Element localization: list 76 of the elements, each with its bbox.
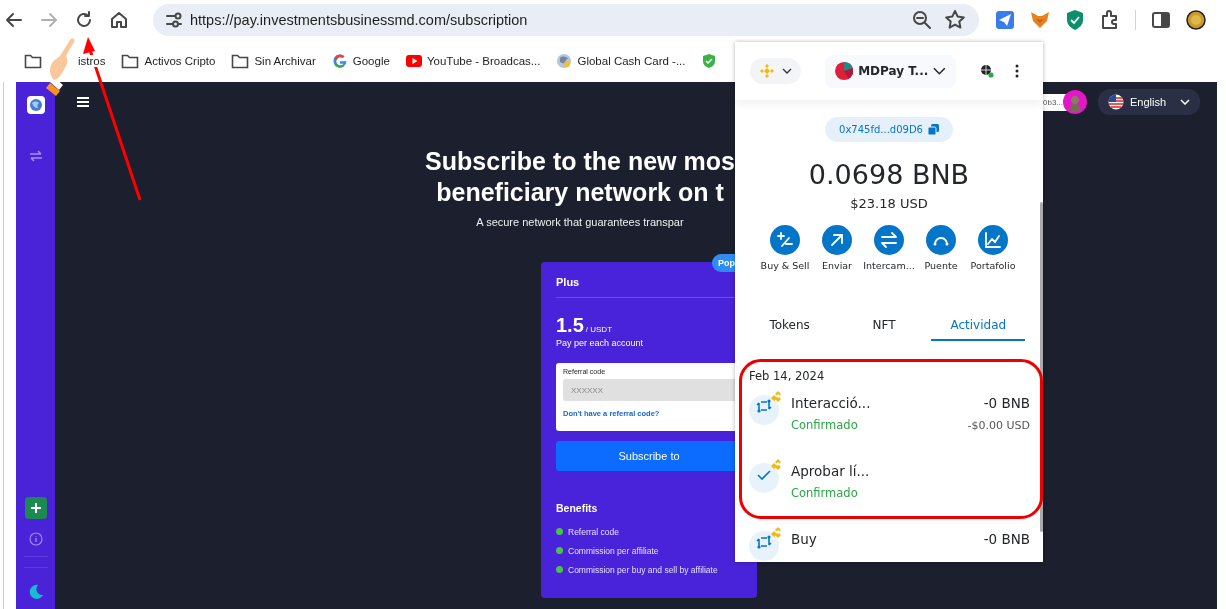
zoom-out-icon[interactable]: [910, 8, 934, 32]
date-heading: Feb 14, 2024: [749, 369, 826, 383]
benefits-title: Benefits: [556, 502, 599, 514]
benefit-text: Commission per buy and sell by affiliate: [568, 564, 718, 575]
url-text: https://pay.investmentsbusinessmd.com/subscription: [190, 12, 528, 28]
fiat-balance: $23.18 USD: [850, 196, 928, 211]
plus-minus-icon[interactable]: [770, 225, 800, 255]
swap-icon[interactable]: [874, 225, 904, 255]
price-unit: / USDT: [585, 325, 613, 334]
swap-icon[interactable]: [28, 150, 43, 162]
action-label: Enviar: [822, 260, 852, 271]
chart-icon[interactable]: [978, 225, 1008, 255]
action-label: Intercam...: [863, 260, 915, 271]
account-avatar-icon: [835, 61, 854, 81]
tab[interactable]: Actividad: [931, 312, 1026, 341]
address-copy-button[interactable]: 0x745fd...d09D6: [825, 117, 953, 142]
address-bar[interactable]: https://pay.investmentsbusinessmd.com/subscription: [153, 4, 979, 36]
play-icon: [405, 53, 422, 69]
action-label: Portafolio: [970, 260, 1016, 271]
shield-icon: [701, 53, 718, 69]
plus-icon[interactable]: [24, 497, 47, 519]
transaction-status: Confirmado: [791, 486, 859, 500]
flag-icon: [1108, 94, 1124, 110]
plan-name: Plus: [556, 276, 581, 288]
transaction-title: Interacció...: [791, 395, 872, 411]
benefit-text: Commission per affiliate: [568, 545, 659, 556]
chevron-down-icon: [1180, 99, 1190, 105]
arrow-up-right-icon[interactable]: [822, 225, 852, 255]
hand-pointer-drawing: [46, 38, 75, 96]
transaction-fiat: -$0.00 USD: [967, 419, 1030, 432]
transaction-title: Aprobar lí...: [791, 463, 871, 479]
bookmark[interactable]: Activos Cripto: [144, 55, 216, 67]
menu-icon[interactable]: [76, 96, 90, 108]
copy-icon: [927, 124, 939, 135]
benefit-text: Referral code: [568, 526, 620, 537]
scrollbar[interactable]: [1040, 202, 1043, 532]
google-icon: [331, 53, 348, 69]
language-selector[interactable]: English: [1098, 89, 1200, 115]
headline: beneficiary network on t: [435, 177, 725, 208]
bookmark[interactable]: Google: [352, 55, 390, 67]
bookmark[interactable]: Global Cash Card -...: [577, 55, 686, 67]
bullet-icon: [556, 528, 563, 535]
connected-globe-icon[interactable]: [980, 64, 994, 78]
price-note: Pay per each account: [556, 338, 645, 348]
globe-icon: [556, 53, 573, 69]
bullet-icon: [556, 566, 563, 573]
transaction-status: Confirmado: [791, 418, 859, 432]
folder-icon: [231, 53, 250, 69]
tab[interactable]: NFT: [836, 312, 932, 341]
account-selector[interactable]: MDPay T...: [825, 54, 956, 88]
more-icon[interactable]: [1015, 64, 1019, 78]
diamond-logo-icon: [759, 64, 774, 78]
info-icon[interactable]: [28, 532, 43, 546]
moon-icon[interactable]: [27, 583, 44, 599]
tab[interactable]: Tokens: [742, 312, 837, 341]
price: 1.5: [556, 314, 584, 336]
bullet-icon: [556, 547, 563, 554]
avatar-icon: [1063, 90, 1087, 114]
bookmark[interactable]: Sin Archivar: [254, 55, 316, 67]
transaction-amount: -0 BNB: [982, 395, 1030, 411]
transaction-amount: -0 BNB: [983, 531, 1030, 547]
folder-icon: [24, 53, 42, 69]
bookmark[interactable]: istros: [78, 55, 106, 67]
chevron-down-icon: [933, 67, 946, 75]
tagline: A secure network that guarantees transpar: [475, 216, 685, 228]
transaction-title: Buy: [791, 531, 818, 547]
headline: Subscribe to the new mos: [425, 146, 735, 177]
bridge-icon[interactable]: [926, 225, 956, 255]
bookmark[interactable]: YouTube - Broadcas...: [426, 55, 541, 67]
action-label: Buy & Sell: [760, 260, 810, 271]
chevron-down-icon: [781, 68, 792, 74]
balance: 0.0698 BNB: [808, 159, 970, 190]
folder-icon: [121, 53, 140, 69]
globe-logo-icon[interactable]: [26, 96, 45, 114]
star-icon[interactable]: [943, 8, 967, 32]
action-label: Puente: [924, 260, 958, 271]
